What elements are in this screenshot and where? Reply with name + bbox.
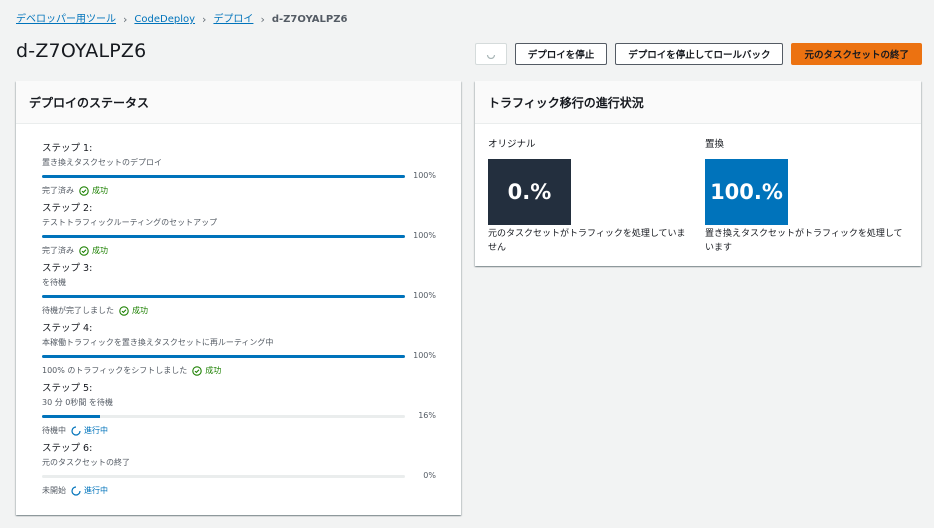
deployment-step: ステップ 3: を待機 100% 待機が完了しました 成功 bbox=[42, 263, 436, 317]
status-badge: 成功 bbox=[192, 365, 221, 377]
progress-percent: 100% bbox=[413, 351, 436, 360]
progress-track bbox=[42, 235, 405, 238]
step-status: 待機が完了しました 成功 bbox=[42, 305, 436, 317]
status-badge: 進行中 bbox=[71, 425, 108, 437]
progress-track bbox=[42, 415, 405, 418]
status-badge: 成功 bbox=[79, 245, 108, 257]
step-status: 完了済み 成功 bbox=[42, 245, 436, 257]
status-badge-label: 成功 bbox=[205, 366, 222, 375]
status-badge-label: 進行中 bbox=[84, 486, 108, 495]
chevron-right-icon: › bbox=[123, 13, 128, 26]
progress-fill bbox=[42, 235, 405, 238]
traffic-replacement-note: 置き換えタスクセットがトラフィックを処理しています bbox=[705, 229, 903, 253]
step-status: 100% のトラフィックをシフトしました 成功 bbox=[42, 365, 436, 377]
progress-percent: 16% bbox=[418, 411, 436, 420]
step-progress-bar: 100% bbox=[42, 351, 436, 362]
breadcrumb-developer-tools[interactable]: デベロッパー用ツール bbox=[16, 13, 116, 27]
step-description: 元のタスクセットの終了 bbox=[42, 458, 130, 467]
status-badge-label: 成功 bbox=[132, 306, 148, 315]
deployment-step: ステップ 4: 本稼働トラフィックを置き換えタスクセットに再ルーティング中 10… bbox=[42, 323, 436, 377]
traffic-replacement-label: 置換 bbox=[705, 139, 725, 150]
progress-percent: 100% bbox=[413, 171, 436, 180]
step-title: ステップ 5: bbox=[42, 383, 93, 394]
deployment-step: ステップ 5: 30 分 0秒間 を待機 16% 待機中 進行中 bbox=[42, 383, 436, 437]
step-title: ステップ 1: bbox=[42, 143, 93, 154]
deployment-step: ステップ 2: テストトラフィックルーティングのセットアップ 100% 完了済み… bbox=[42, 203, 436, 257]
progress-percent: 100% bbox=[413, 231, 436, 240]
step-state-text: 未開始 bbox=[42, 486, 66, 495]
page-title: d-Z7OYALPZ6 bbox=[16, 40, 147, 62]
progress-track bbox=[42, 295, 405, 298]
step-status: 待機中 進行中 bbox=[42, 425, 436, 437]
stop-and-rollback-button[interactable]: デプロイを停止してロールバック bbox=[615, 43, 784, 65]
progress-track bbox=[42, 355, 405, 358]
progress-track bbox=[42, 475, 405, 478]
progress-track bbox=[42, 175, 405, 178]
step-progress-bar: 16% bbox=[42, 411, 436, 422]
step-title: ステップ 4: bbox=[42, 323, 93, 334]
step-status: 未開始 進行中 bbox=[42, 485, 436, 497]
in-progress-spinner-icon bbox=[71, 426, 81, 436]
breadcrumb-deployments[interactable]: デプロイ bbox=[213, 13, 253, 27]
progress-fill bbox=[42, 295, 405, 298]
step-state-text: 待機が完了しました bbox=[42, 306, 114, 315]
success-check-icon bbox=[79, 186, 89, 196]
step-description: 置き換えタスクセットのデプロイ bbox=[42, 158, 162, 167]
step-title: ステップ 3: bbox=[42, 263, 93, 274]
breadcrumb-current: d-Z7OYALPZ6 bbox=[271, 14, 348, 25]
breadcrumb: デベロッパー用ツール › CodeDeploy › デプロイ › d-Z7OYA… bbox=[16, 13, 347, 27]
traffic-original: オリジナル 0.% 元のタスクセットがトラフィックを処理していません bbox=[488, 136, 693, 255]
traffic-original-note: 元のタスクセットがトラフィックを処理していません bbox=[488, 229, 686, 253]
step-status: 完了済み 成功 bbox=[42, 185, 436, 197]
success-check-icon bbox=[192, 366, 203, 376]
chevron-right-icon: › bbox=[202, 13, 207, 26]
status-badge: 成功 bbox=[79, 185, 108, 197]
deployment-step: ステップ 6: 元のタスクセットの終了 0% 未開始 進行中 bbox=[42, 443, 436, 497]
step-state-text: 100% のトラフィックをシフトしました bbox=[42, 366, 188, 375]
step-progress-bar: 100% bbox=[42, 231, 436, 242]
progress-percent: 0% bbox=[423, 471, 436, 480]
step-description: 本稼働トラフィックを置き換えタスクセットに再ルーティング中 bbox=[42, 338, 274, 347]
traffic-original-value: 0.% bbox=[488, 159, 571, 225]
chevron-right-icon: › bbox=[260, 13, 265, 26]
progress-percent: 100% bbox=[413, 291, 436, 300]
traffic-replacement: 置換 100.% 置き換えタスクセットがトラフィックを処理しています bbox=[705, 136, 910, 255]
deployment-status-panel: デプロイのステータス ステップ 1: 置き換えタスクセットのデプロイ 100% … bbox=[16, 81, 461, 515]
status-badge: 進行中 bbox=[71, 485, 108, 497]
traffic-progress-panel: トラフィック移行の進行状況 オリジナル 0.% 元のタスクセットがトラフィックを… bbox=[475, 81, 921, 266]
refresh-icon bbox=[486, 54, 495, 59]
step-description: テストトラフィックルーティングのセットアップ bbox=[42, 218, 218, 227]
success-check-icon bbox=[119, 306, 129, 316]
progress-fill bbox=[42, 415, 101, 418]
step-title: ステップ 6: bbox=[42, 443, 93, 454]
traffic-replacement-value: 100.% bbox=[705, 159, 788, 225]
stop-deployment-button[interactable]: デプロイを停止 bbox=[514, 43, 608, 65]
progress-fill bbox=[42, 355, 405, 358]
step-progress-bar: 100% bbox=[42, 291, 436, 302]
step-title: ステップ 2: bbox=[42, 203, 93, 214]
status-badge: 成功 bbox=[119, 305, 148, 317]
refresh-button[interactable] bbox=[474, 43, 507, 65]
in-progress-spinner-icon bbox=[71, 486, 81, 496]
status-badge-label: 進行中 bbox=[84, 426, 108, 435]
step-progress-bar: 100% bbox=[42, 171, 436, 182]
panel-title: トラフィック移行の進行状況 bbox=[475, 81, 921, 124]
step-state-text: 待機中 bbox=[42, 426, 66, 435]
status-badge-label: 成功 bbox=[92, 246, 108, 255]
traffic-original-label: オリジナル bbox=[488, 139, 536, 150]
terminate-original-taskset-button[interactable]: 元のタスクセットの終了 bbox=[791, 43, 922, 65]
success-check-icon bbox=[79, 246, 89, 256]
status-badge-label: 成功 bbox=[92, 186, 108, 195]
deployment-step: ステップ 1: 置き換えタスクセットのデプロイ 100% 完了済み 成功 bbox=[42, 143, 436, 197]
step-state-text: 完了済み bbox=[42, 186, 74, 195]
step-progress-bar: 0% bbox=[42, 471, 436, 482]
breadcrumb-codedeploy[interactable]: CodeDeploy bbox=[134, 13, 195, 27]
step-state-text: 完了済み bbox=[42, 246, 74, 255]
panel-title: デプロイのステータス bbox=[16, 81, 461, 124]
progress-fill bbox=[42, 175, 405, 178]
header-actions: デプロイを停止 デプロイを停止してロールバック 元のタスクセットの終了 bbox=[474, 43, 922, 65]
step-description: 30 分 0秒間 を待機 bbox=[42, 398, 113, 407]
step-description: を待機 bbox=[42, 278, 66, 287]
